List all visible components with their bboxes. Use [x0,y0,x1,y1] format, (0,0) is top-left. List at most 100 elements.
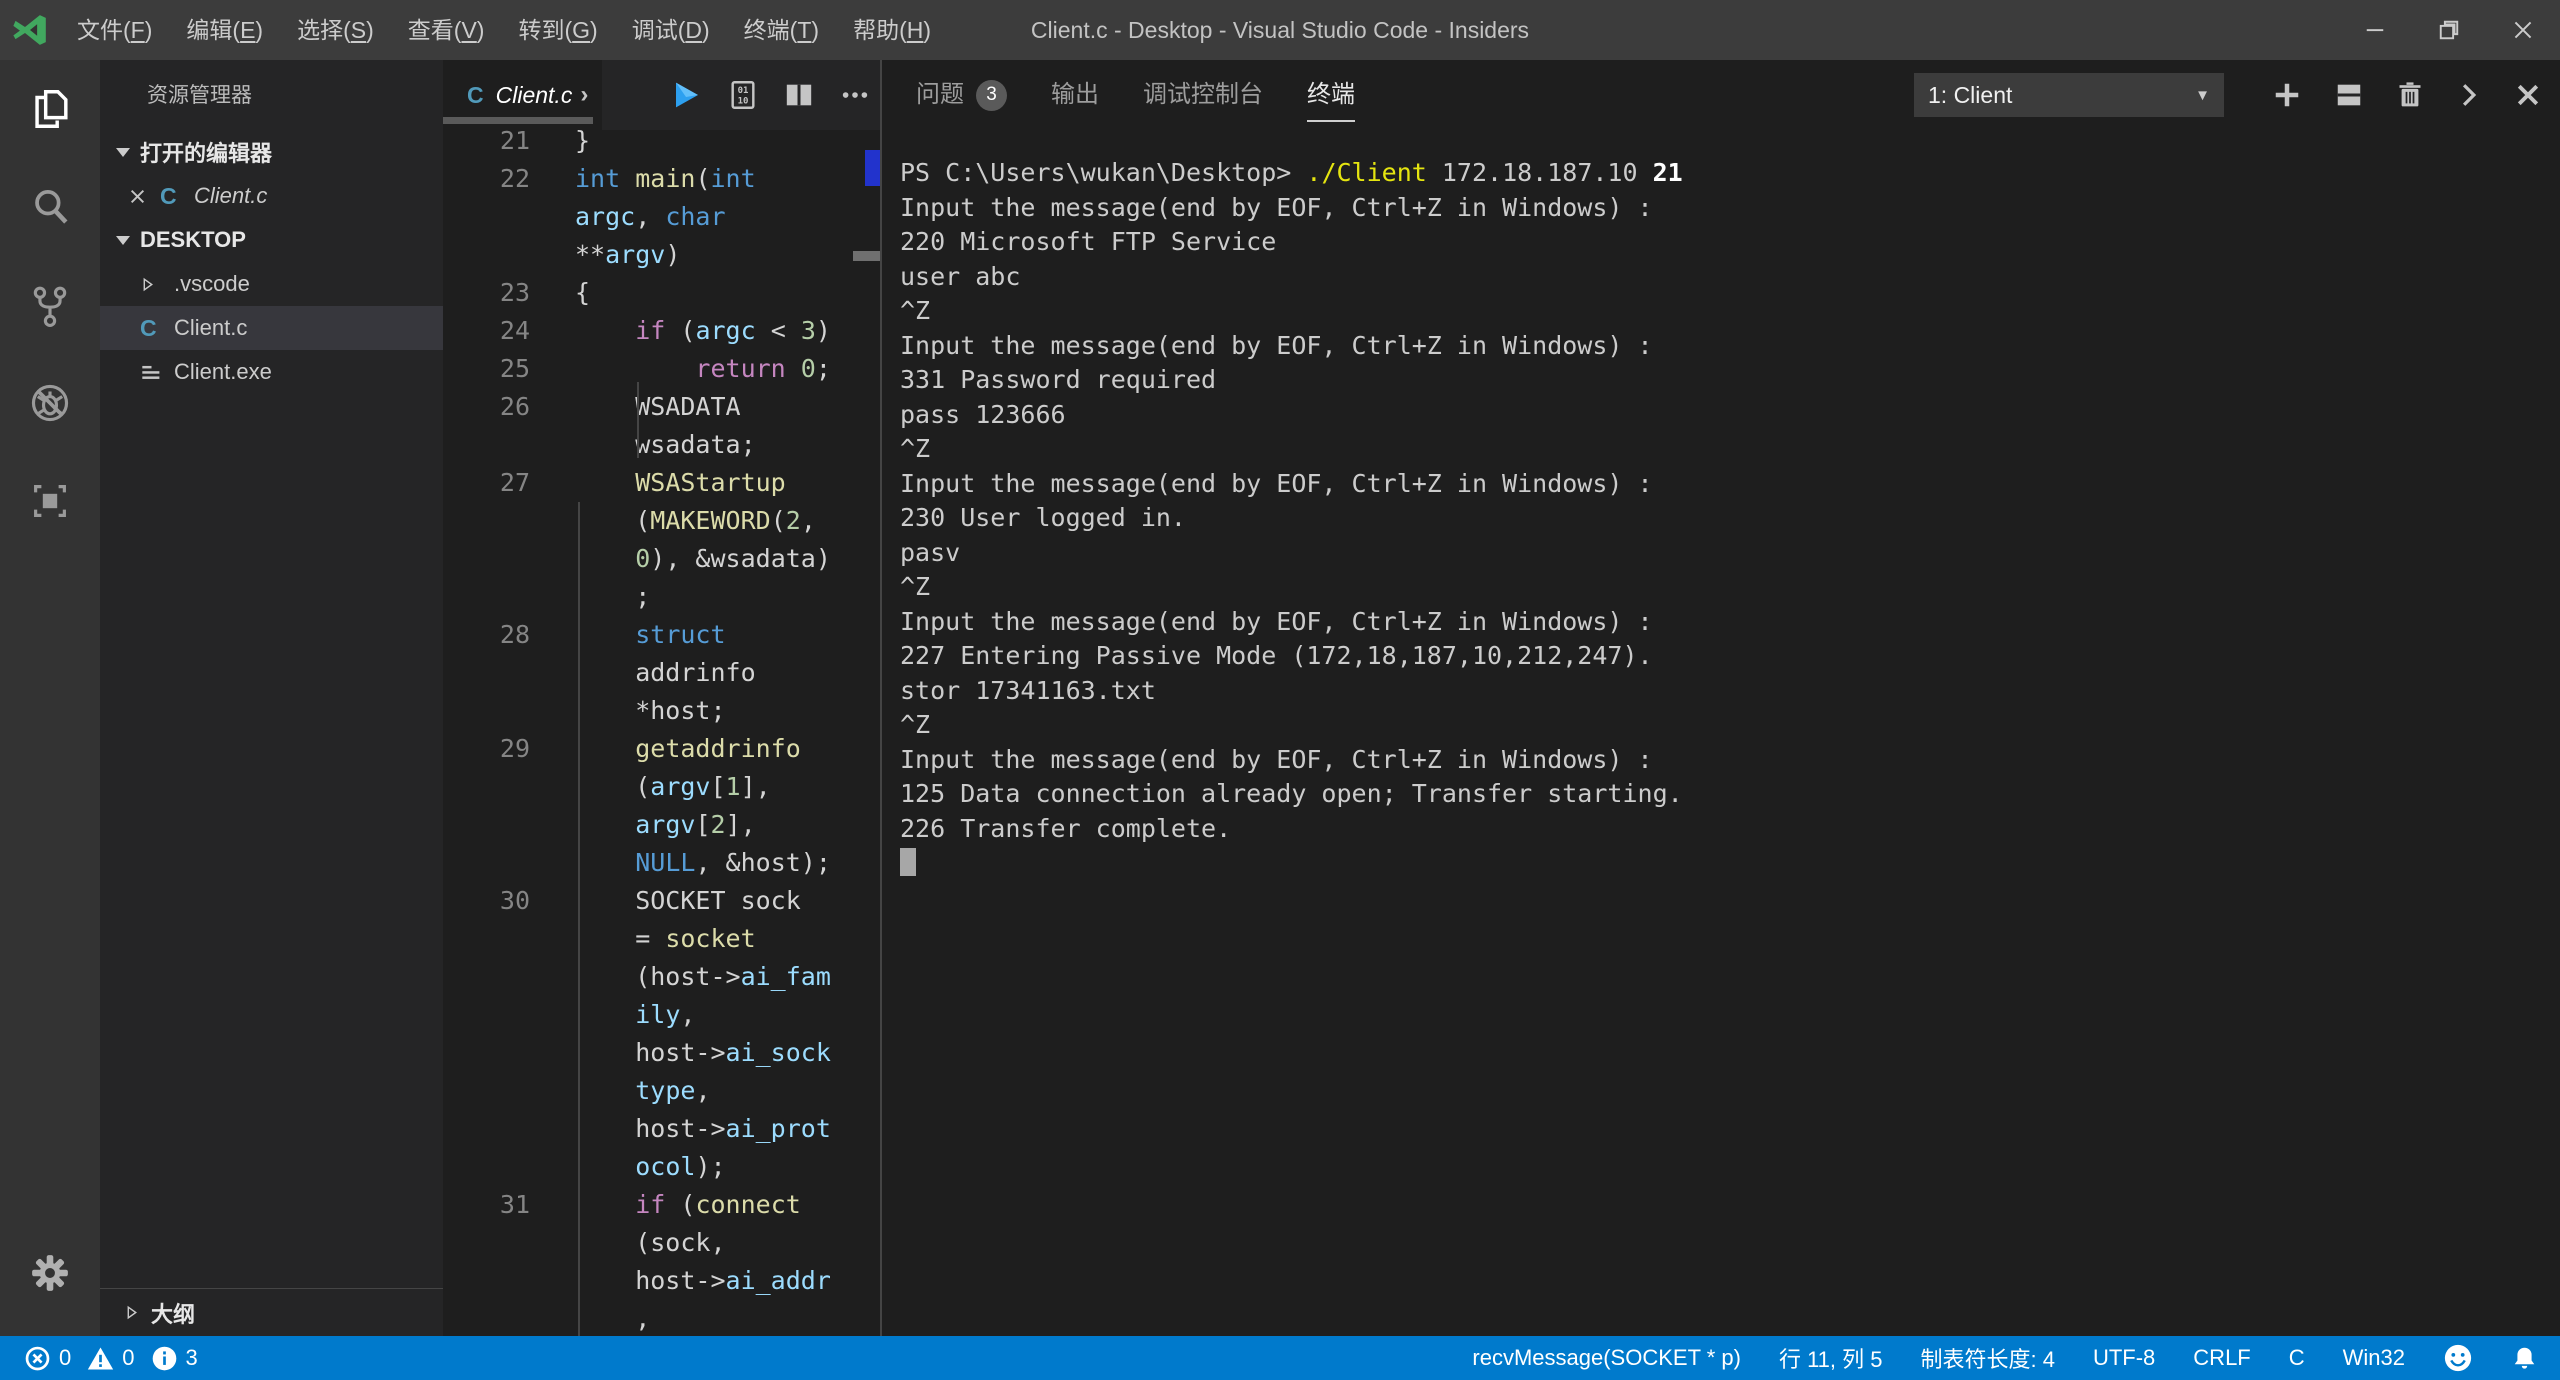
panel-tab-终端[interactable]: 终端 [1307,60,1355,130]
status-item-6[interactable]: Win32 [2343,1345,2405,1371]
debug-icon[interactable] [0,354,100,452]
code-editor[interactable]: 21}22int main(intargc, char**argv)23{24 … [443,130,880,1336]
terminal-select[interactable]: 1: Client ▼ [1914,73,2224,117]
status-error-count[interactable]: 0 [24,1345,71,1372]
code-text: wsadata; [530,426,756,464]
code-line: 25 return 0; [443,350,880,388]
settings-gear-icon[interactable] [0,1224,100,1322]
line-number [443,1072,530,1110]
status-problems[interactable]: 003 [0,1345,198,1372]
status-item-2[interactable]: 制表符长度: 4 [1921,1342,2055,1374]
panel-tab-label: 调试控制台 [1143,60,1263,130]
split-editor-button[interactable] [784,80,814,110]
menu-E[interactable]: 编辑(E) [169,0,280,60]
terminal-line: ^Z [900,294,2550,329]
restore-button[interactable] [2412,0,2486,60]
code-line: ; [443,578,880,616]
code-line: host->ai_addr [443,1262,880,1300]
status-item-5[interactable]: C [2289,1345,2305,1371]
status-item-3[interactable]: UTF-8 [2093,1345,2155,1371]
smiley-icon[interactable] [2443,1343,2473,1373]
terminal-line: Input the message(end by EOF, Ctrl+Z in … [900,743,2550,778]
code-text: , [530,1300,650,1336]
code-text: host->ai_sock [530,1034,831,1072]
search-icon[interactable] [0,158,100,256]
warning-icon [87,1345,114,1372]
line-number [443,236,530,274]
close-editor-icon[interactable] [122,188,152,205]
run-code-button[interactable] [670,79,702,111]
status-info-count[interactable]: 3 [151,1345,198,1372]
status-warning-count[interactable]: 0 [87,1345,134,1372]
tree-item--vscode[interactable]: .vscode [100,262,443,306]
code-line: *host; [443,692,880,730]
close-panel-button[interactable] [2514,81,2542,109]
panel-tab-调试控制台[interactable]: 调试控制台 [1143,60,1263,130]
panel-tab-输出[interactable]: 输出 [1051,60,1099,130]
terminal-line: pass 123666 [900,398,2550,433]
kill-terminal-button[interactable] [2396,81,2424,109]
explorer-icon[interactable] [0,60,100,158]
menu-V[interactable]: 查看(V) [391,0,502,60]
menu-S[interactable]: 选择(S) [280,0,391,60]
new-terminal-button[interactable] [2272,80,2302,110]
status-item-1[interactable]: 行 11, 列 5 [1779,1342,1883,1374]
svg-text:01: 01 [738,86,749,96]
line-number [443,844,530,882]
terminal-line: Input the message(end by EOF, Ctrl+Z in … [900,329,2550,364]
split-terminal-button[interactable] [2334,80,2364,110]
terminal-line: user abc [900,260,2550,295]
outline-section[interactable]: 大纲 [100,1288,443,1336]
minimize-button[interactable] [2338,0,2412,60]
code-line: 31 if (connect [443,1186,880,1224]
title-bar: 文件(F)编辑(E)选择(S)查看(V)转到(G)调试(D)终端(T)帮助(H)… [0,0,2560,60]
open-editors-list: CClient.c [100,174,443,218]
terminal-line: ^Z [900,432,2550,467]
panel-tab-label: 终端 [1307,60,1355,130]
code-text: argc, char [530,198,726,236]
menu-H[interactable]: 帮助(H) [836,0,948,60]
close-button[interactable] [2486,0,2560,60]
binary-view-button[interactable]: 0110 [728,80,758,110]
code-line: host->ai_sock [443,1034,880,1072]
line-number [443,540,530,578]
code-line: 29 getaddrinfo [443,730,880,768]
more-actions-button[interactable] [840,80,870,110]
status-item-4[interactable]: CRLF [2193,1345,2250,1371]
terminal-line: 220 Microsoft FTP Service [900,225,2550,260]
terminal-line: 331 Password required [900,363,2550,398]
menu-D[interactable]: 调试(D) [615,0,727,60]
overview-ruler-marker [865,150,880,186]
bell-icon[interactable] [2511,1345,2538,1372]
tree-item-Client-c[interactable]: CClient.c [100,306,443,350]
menu-F[interactable]: 文件(F) [60,0,169,60]
code-text: WSAStartup [530,464,786,502]
file-tree: .vscodeCClient.cClient.exe [100,262,443,394]
source-control-icon[interactable] [0,256,100,354]
code-line: 24 if (argc < 3) [443,312,880,350]
menu-T[interactable]: 终端(T) [727,0,836,60]
folder-section-header[interactable]: DESKTOP [100,218,443,262]
terminal-line: Input the message(end by EOF, Ctrl+Z in … [900,467,2550,502]
panel-tab-bar: 问题3 输出调试控制台终端 [916,60,1355,130]
tree-item-Client-exe[interactable]: Client.exe [100,350,443,394]
line-number [443,996,530,1034]
tab-scrollbar[interactable] [443,117,593,124]
code-line: 21} [443,130,880,160]
terminal-output[interactable]: PS C:\Users\wukan\Desktop> ./Client 172.… [900,156,2550,1336]
chevron-collapsed-icon [140,277,155,292]
code-text: if (connect [530,1186,801,1224]
code-text: (sock, [530,1224,726,1262]
open-editor-item[interactable]: CClient.c [100,174,443,218]
menu-G[interactable]: 转到(G) [501,0,614,60]
maximize-panel-button[interactable] [2456,82,2482,108]
terminal-line: Input the message(end by EOF, Ctrl+Z in … [900,191,2550,226]
line-number: 26 [443,388,530,426]
extensions-icon[interactable] [0,452,100,550]
panel-tab-问题[interactable]: 问题3 [916,60,1007,130]
status-item-0[interactable]: recvMessage(SOCKET * p) [1472,1345,1741,1371]
svg-text:10: 10 [738,97,749,107]
open-editors-header[interactable]: 打开的编辑器 [100,130,443,174]
code-line: type, [443,1072,880,1110]
editor-scrollbar[interactable] [853,251,880,261]
